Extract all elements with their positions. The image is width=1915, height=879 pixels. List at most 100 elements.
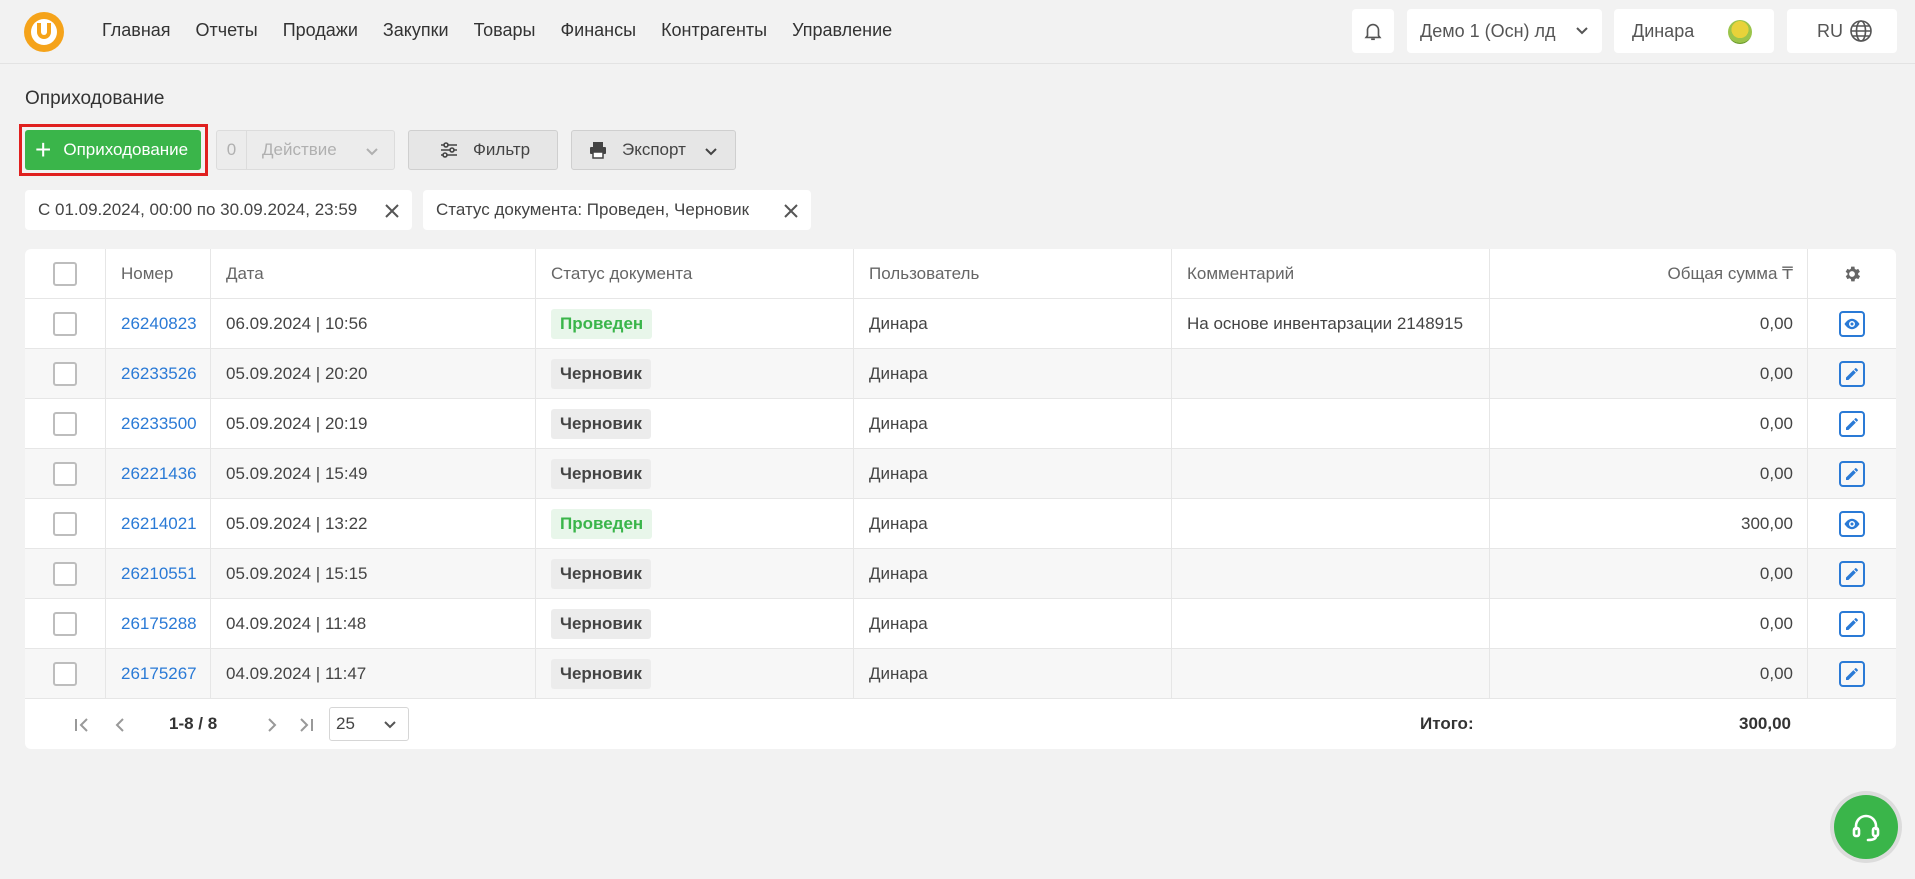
last-page-icon[interactable] [297, 716, 315, 734]
document-user: Динара [854, 599, 1172, 648]
action-dropdown[interactable]: 0 Действие [216, 130, 395, 170]
row-checkbox[interactable] [53, 311, 77, 336]
company-selector[interactable]: Демо 1 (Осн) лд [1407, 9, 1602, 53]
edit-button[interactable] [1839, 560, 1865, 587]
document-sum: 0,00 [1490, 449, 1808, 498]
support-button[interactable] [1834, 795, 1898, 859]
export-button[interactable]: Экспорт [571, 130, 736, 170]
table-row[interactable]: 26214021 05.09.2024 | 13:22 Проведен Динара… [25, 499, 1896, 549]
document-number-link[interactable]: 26210551 [121, 564, 197, 584]
table-row[interactable]: 26175267 04.09.2024 | 11:47 Черновик Динара… [25, 649, 1896, 699]
close-icon[interactable] [783, 203, 799, 219]
row-checkbox[interactable] [53, 461, 77, 486]
nav-item-counterparties[interactable]: Контрагенты [661, 20, 767, 41]
table-row[interactable]: 26240823 06.09.2024 | 10:56 Проведен Динара… [25, 299, 1896, 349]
document-number-link[interactable]: 26240823 [121, 314, 197, 334]
printer-icon [590, 142, 606, 159]
column-status[interactable]: Статус документа [536, 249, 854, 298]
plus-icon: + [35, 134, 52, 165]
column-user[interactable]: Пользователь [854, 249, 1172, 298]
action-label: Действие [262, 140, 337, 159]
table-row[interactable]: 26233526 05.09.2024 | 20:20 Черновик Динара… [25, 349, 1896, 399]
close-icon[interactable] [384, 203, 400, 219]
nav-item-finance[interactable]: Финансы [560, 20, 636, 41]
pencil-icon [1846, 617, 1858, 630]
column-number[interactable]: Номер [106, 249, 211, 298]
nav-item-management[interactable]: Управление [792, 20, 892, 41]
page-size-select[interactable]: 25 [329, 707, 409, 741]
create-posting-button[interactable]: + Оприходование [25, 130, 201, 170]
chevron-down-icon [1576, 27, 1588, 35]
top-bar: Главная Отчеты Продажи Закупки Товары Фи… [0, 0, 1915, 64]
document-comment [1172, 349, 1490, 398]
document-number-link[interactable]: 26175288 [121, 614, 197, 634]
document-number-link[interactable]: 26221436 [121, 464, 197, 484]
document-comment [1172, 399, 1490, 448]
filter-label: Фильтр [473, 140, 531, 159]
nav-item-reports[interactable]: Отчеты [196, 20, 258, 41]
first-page-icon[interactable] [73, 716, 91, 734]
view-button[interactable] [1839, 310, 1865, 337]
document-number-link[interactable]: 26233500 [121, 414, 197, 434]
row-checkbox[interactable] [53, 411, 77, 436]
document-sum: 0,00 [1490, 649, 1808, 698]
column-date[interactable]: Дата [211, 249, 536, 298]
document-number-link[interactable]: 26214021 [121, 514, 197, 534]
edit-button[interactable] [1839, 460, 1865, 487]
column-comment[interactable]: Комментарий [1172, 249, 1490, 298]
nav-item-goods[interactable]: Товары [474, 20, 536, 41]
row-checkbox[interactable] [53, 661, 77, 686]
row-checkbox[interactable] [53, 561, 77, 586]
status-badge: Черновик [551, 408, 651, 439]
column-total[interactable]: Общая сумма ₸ [1490, 249, 1808, 298]
eye-icon [1844, 318, 1860, 329]
document-comment [1172, 499, 1490, 548]
headset-icon [1852, 814, 1880, 842]
pencil-icon [1846, 667, 1858, 680]
edit-button[interactable] [1839, 660, 1865, 687]
row-checkbox[interactable] [53, 511, 77, 536]
edit-button[interactable] [1839, 610, 1865, 637]
language-selector[interactable]: RU [1787, 9, 1897, 53]
document-user: Динара [854, 299, 1172, 348]
document-user: Динара [854, 549, 1172, 598]
document-comment [1172, 449, 1490, 498]
view-button[interactable] [1839, 510, 1865, 537]
app-logo[interactable] [24, 12, 64, 52]
user-menu[interactable]: Динара [1614, 9, 1774, 53]
total-label: Итого: [1420, 714, 1474, 733]
next-page-icon[interactable] [263, 716, 281, 734]
sliders-icon [441, 142, 457, 158]
table-row[interactable]: 26221436 05.09.2024 | 15:49 Черновик Динара… [25, 449, 1896, 499]
eye-icon [1844, 518, 1860, 529]
chevron-down-icon [705, 148, 717, 156]
edit-button[interactable] [1839, 410, 1865, 437]
status-badge: Черновик [551, 458, 651, 489]
select-all-checkbox[interactable] [53, 261, 77, 286]
total-value: 300,00 [1739, 714, 1791, 733]
prev-page-icon[interactable] [111, 716, 129, 734]
table-row[interactable]: 26175288 04.09.2024 | 11:48 Черновик Динара… [25, 599, 1896, 649]
nav-item-purchases[interactable]: Закупки [383, 20, 449, 41]
gear-icon[interactable] [1842, 264, 1862, 284]
filter-chip-date: С 01.09.2024, 00:00 по 30.09.2024, 23:59 [25, 190, 412, 230]
filter-chip-label: Статус документа: Проведен, Черновик [436, 200, 750, 219]
filter-button[interactable]: Фильтр [408, 130, 558, 170]
status-badge: Черновик [551, 558, 651, 589]
document-number-link[interactable]: 26175267 [121, 664, 197, 684]
document-sum: 0,00 [1490, 599, 1808, 648]
edit-button[interactable] [1839, 360, 1865, 387]
selected-count: 0 [217, 131, 247, 169]
row-checkbox[interactable] [53, 611, 77, 636]
row-checkbox[interactable] [53, 361, 77, 386]
nav-item-sales[interactable]: Продажи [283, 20, 358, 41]
avatar [1728, 20, 1752, 44]
document-user: Динара [854, 349, 1172, 398]
document-sum: 0,00 [1490, 349, 1808, 398]
table-row[interactable]: 26210551 05.09.2024 | 15:15 Черновик Динара… [25, 549, 1896, 599]
table-row[interactable]: 26233500 05.09.2024 | 20:19 Черновик Динара… [25, 399, 1896, 449]
notifications-button[interactable] [1352, 9, 1394, 53]
nav-item-home[interactable]: Главная [102, 20, 171, 41]
document-number-link[interactable]: 26233526 [121, 364, 197, 384]
filter-chip-label: С 01.09.2024, 00:00 по 30.09.2024, 23:59 [38, 200, 358, 219]
